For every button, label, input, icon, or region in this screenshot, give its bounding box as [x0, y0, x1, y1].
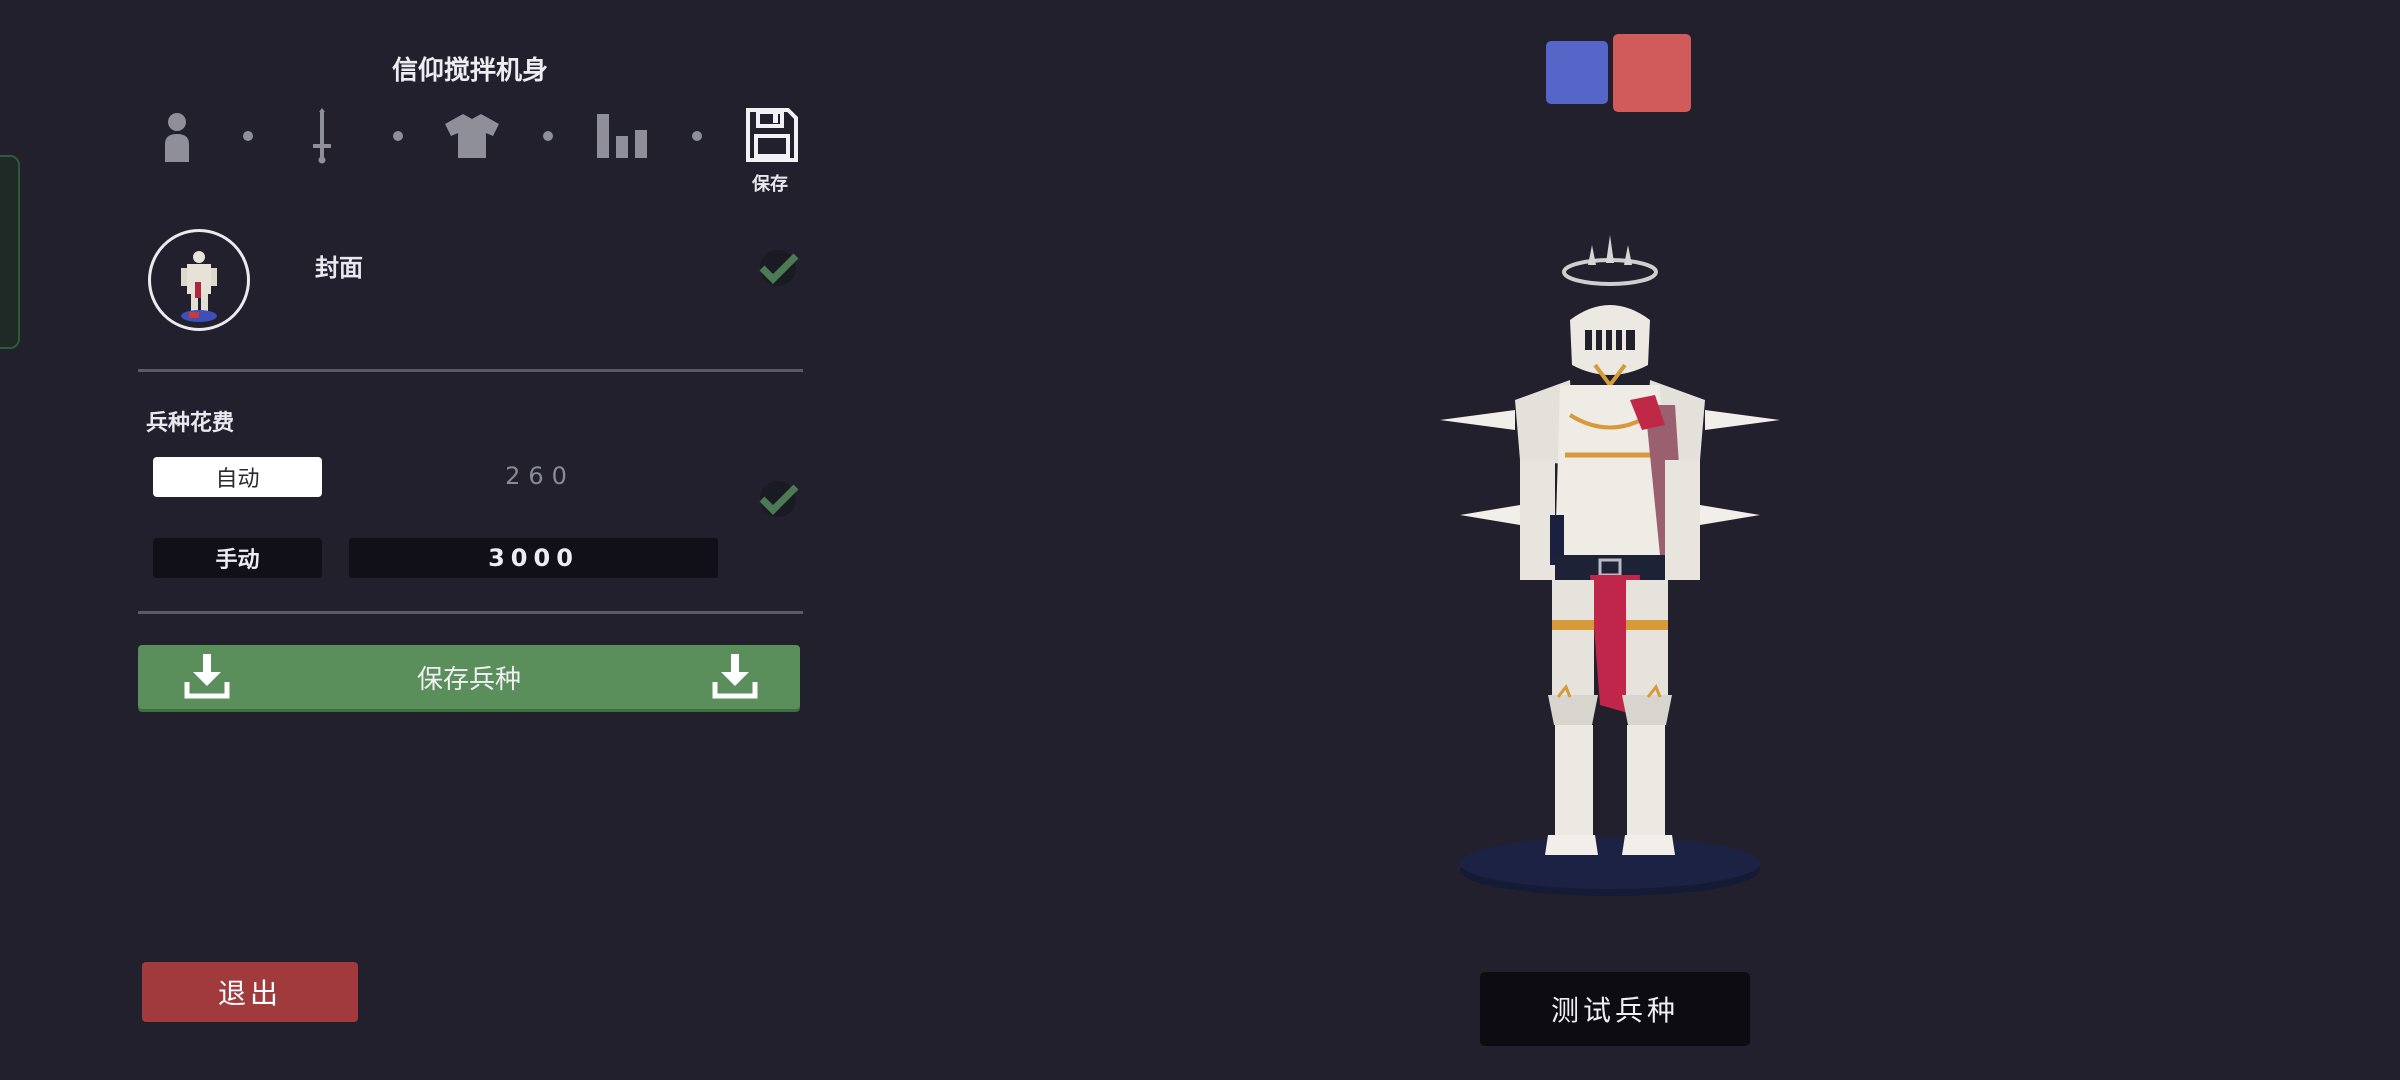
cost-check-icon [759, 481, 799, 517]
step-separator-dot [692, 131, 702, 141]
person-icon [165, 113, 189, 162]
step-unit-base[interactable] [152, 108, 202, 164]
manual-cost-input[interactable] [349, 538, 718, 578]
step-save-label: 保存 [752, 174, 788, 195]
step-separator-dot [543, 131, 553, 141]
step-separator-dot [243, 131, 253, 141]
exit-button[interactable]: 退出 [142, 962, 358, 1022]
unit-cost-label: 兵种花费 [146, 411, 235, 436]
section-divider [138, 611, 803, 614]
step-stats[interactable] [594, 108, 650, 164]
unit-preview-model [1440, 235, 1780, 896]
step-weapons[interactable] [300, 108, 344, 164]
step-save[interactable] [744, 106, 800, 164]
side-panel-tab[interactable] [0, 155, 20, 349]
save-unit-label: 保存兵种 [416, 664, 521, 695]
knight-thumbnail-icon [181, 251, 217, 322]
download-icon [712, 654, 758, 699]
cover-check-icon [759, 250, 799, 286]
download-icon [184, 654, 230, 699]
cover-avatar[interactable] [148, 229, 250, 331]
shirt-icon [445, 114, 499, 158]
save-unit-button[interactable]: 保存兵种 [138, 645, 800, 709]
auto-cost-button[interactable]: 自动 [153, 457, 322, 497]
test-unit-button[interactable]: 测试兵种 [1480, 972, 1750, 1046]
team-blue-swatch[interactable] [1546, 41, 1608, 104]
step-clothing[interactable] [444, 108, 500, 164]
step-separator-dot [393, 131, 403, 141]
unit-name-title: 信仰搅拌机身 [391, 56, 548, 86]
stats-icon [597, 114, 647, 158]
auto-cost-value: 260 [505, 462, 575, 490]
section-divider [138, 369, 803, 372]
manual-cost-button[interactable]: 手动 [153, 538, 322, 578]
team-red-swatch[interactable] [1613, 34, 1691, 112]
floppy-disk-icon [746, 108, 798, 162]
sword-icon [313, 108, 331, 164]
cover-label: 封面 [315, 254, 363, 282]
